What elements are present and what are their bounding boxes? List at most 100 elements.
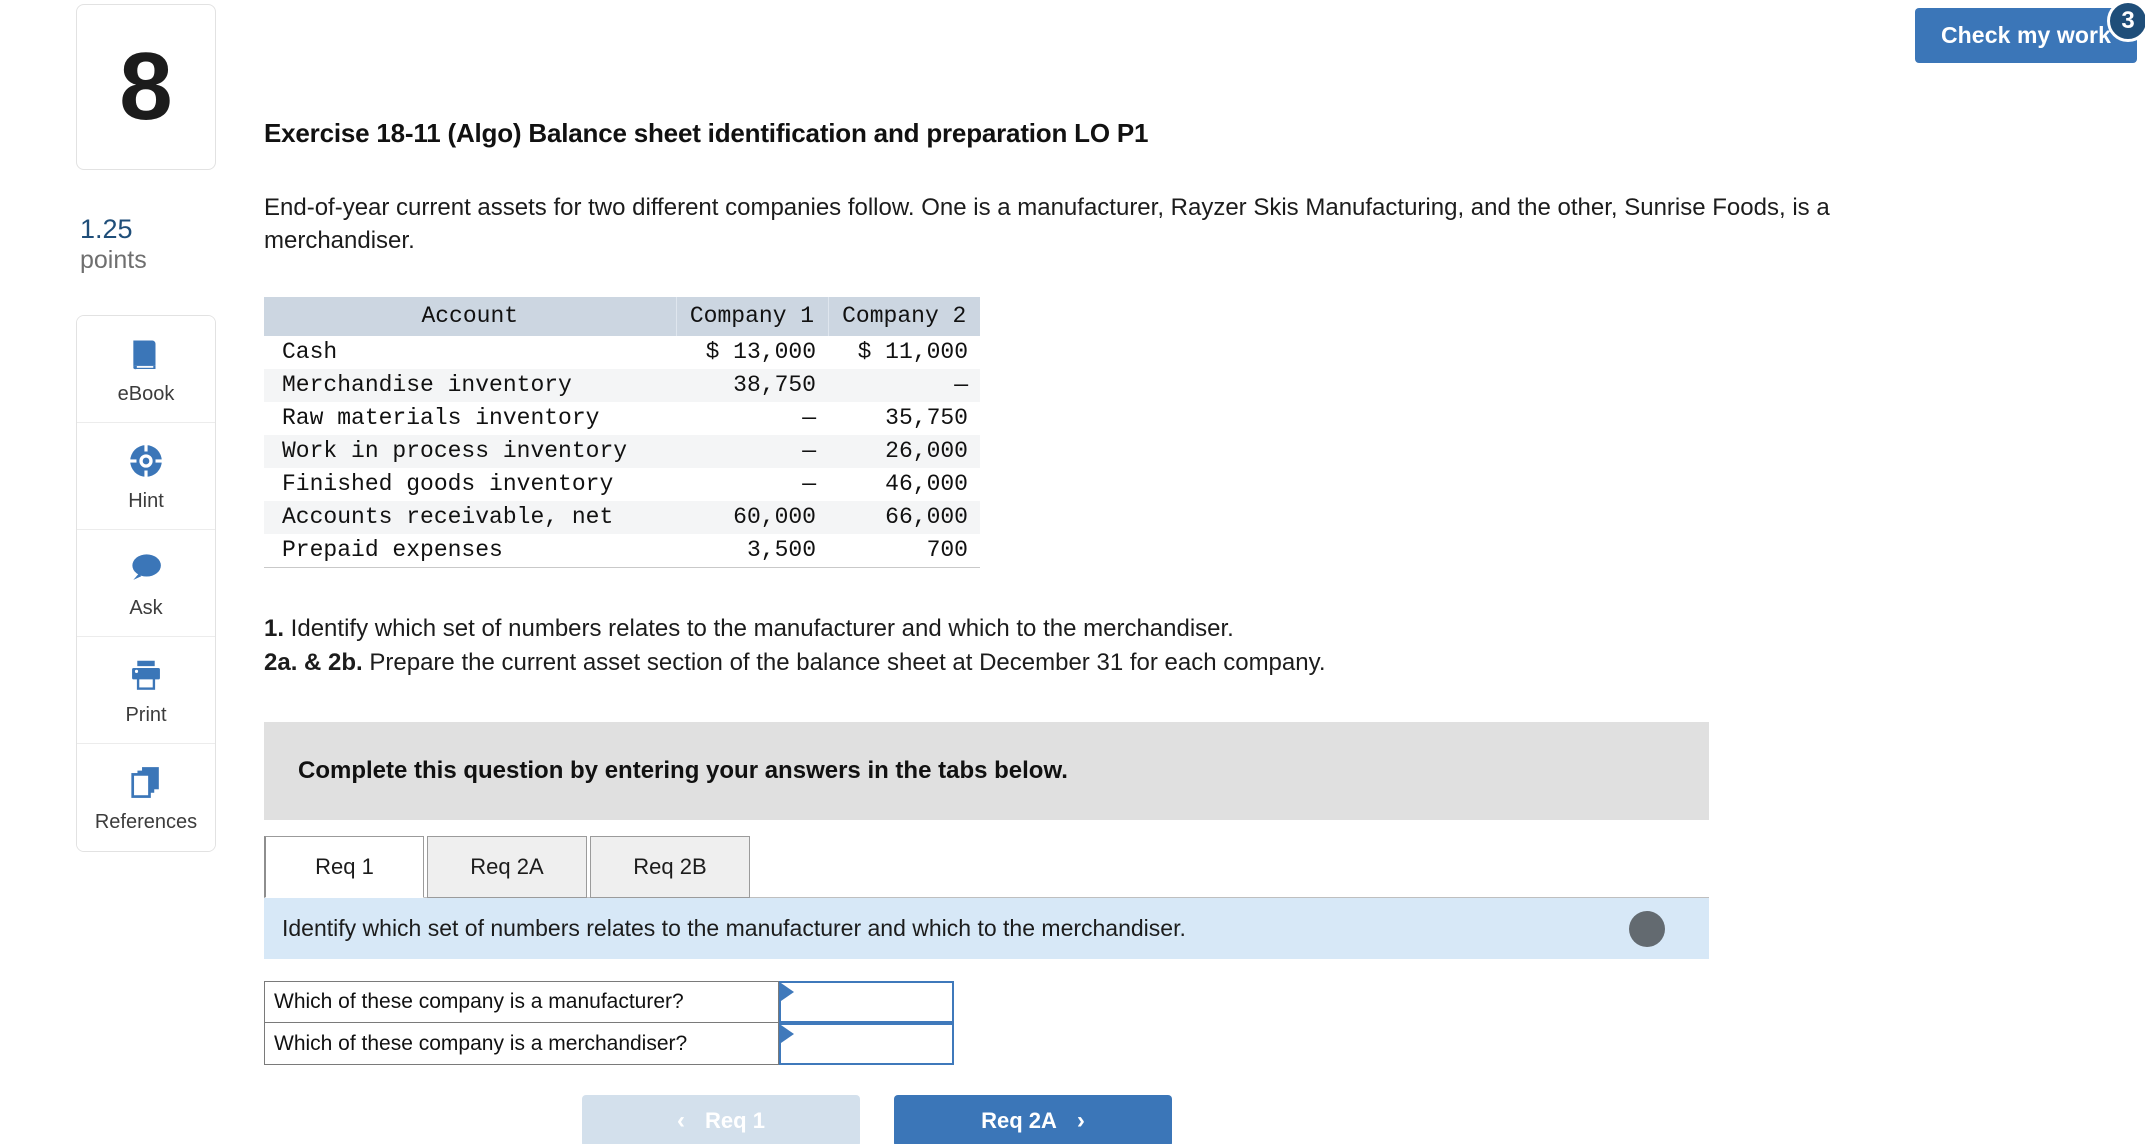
tool-label: Hint <box>128 489 164 512</box>
left-rail: 8 1.25 points eBook Hint Ask Print Refer… <box>76 4 216 853</box>
chevron-left-icon: ‹ <box>677 1107 686 1135</box>
cell-company-1: 3,500 <box>676 534 828 569</box>
table-row: Prepaid expenses 3,500 700 <box>264 534 980 569</box>
cell-company-2: 700 <box>828 534 980 569</box>
tab-req-2a[interactable]: Req 2A <box>427 836 587 899</box>
points-label: points <box>80 246 147 275</box>
chevron-right-icon: › <box>1076 1107 1085 1135</box>
answer-prompt: Which of these company is a manufacturer… <box>264 981 779 1024</box>
chat-bubble-icon <box>127 549 165 592</box>
complete-question-text: Complete this question by entering your … <box>298 757 1068 785</box>
cell-company-2: 46,000 <box>885 471 968 498</box>
next-req-label: Req 2A <box>981 1108 1057 1134</box>
requirement-number: 2a. & 2b. <box>264 649 363 677</box>
answer-row-merchandiser: Which of these company is a merchandiser… <box>264 1023 954 1066</box>
answer-prompt: Which of these company is a merchandiser… <box>264 1023 779 1066</box>
table-row: Work in process inventory — 26,000 <box>264 435 980 469</box>
table-row: Raw materials inventory — 35,750 <box>264 402 980 436</box>
table-row: Merchandise inventory 38,750 — <box>264 369 980 403</box>
requirement-1: 1. Identify which set of numbers relates… <box>264 612 1764 646</box>
header-company-2: Company 2 <box>828 297 980 337</box>
tool-references[interactable]: References <box>77 744 215 852</box>
tab-req-1[interactable]: Req 1 <box>264 836 424 899</box>
previous-req-button[interactable]: ‹ Req 1 <box>582 1095 860 1144</box>
tab-req-2b[interactable]: Req 2B <box>590 836 750 899</box>
answer-cell-wrapper <box>779 981 954 1024</box>
cell-account: Cash <box>282 339 338 366</box>
cell-company-1: 60,000 <box>733 504 816 531</box>
points-block: 1.25 points <box>76 214 216 275</box>
requirement-instruction-text: Identify which set of numbers relates to… <box>282 915 1186 942</box>
tool-hint[interactable]: Hint <box>77 423 215 531</box>
previous-req-label: Req 1 <box>705 1108 765 1134</box>
table-header-row: Account Company 1 Company 2 <box>264 297 980 337</box>
table-head: Account Company 1 Company 2 <box>264 297 980 337</box>
tab-label: Req 2A <box>470 854 544 880</box>
next-req-button[interactable]: Req 2A › <box>894 1095 1172 1144</box>
answer-cell-wrapper <box>779 1023 954 1066</box>
status-indicator-circle[interactable] <box>1629 910 1665 947</box>
requirement-2: 2a. & 2b. Prepare the current asset sect… <box>264 646 1764 680</box>
intro-paragraph: End-of-year current assets for two diffe… <box>264 194 1830 255</box>
printer-icon <box>127 656 165 699</box>
lifebuoy-icon <box>127 442 165 485</box>
complete-question-banner: Complete this question by entering your … <box>264 722 1709 821</box>
table-row: Accounts receivable, net 60,000 66,000 <box>264 501 980 535</box>
tool-ask[interactable]: Ask <box>77 530 215 638</box>
exercise-page: Check my work 3 8 1.25 points eBook Hint… <box>0 0 2145 1144</box>
dropdown-triangle-icon <box>781 983 794 1002</box>
table-row: Finished goods inventory — 46,000 <box>264 468 980 502</box>
cell-company-1: — <box>802 438 816 465</box>
requirements-list: 1. Identify which set of numbers relates… <box>264 612 1764 680</box>
cell-account: Prepaid expenses <box>264 534 676 569</box>
merchandiser-dropdown-input[interactable] <box>779 1023 954 1066</box>
tool-label: Ask <box>129 596 163 619</box>
tab-navigation: ‹ Req 1 Req 2A › <box>582 1095 1764 1144</box>
check-my-work-badge: 3 <box>2107 0 2145 42</box>
question-number-box: 8 <box>76 4 216 170</box>
cell-company-1: — <box>802 405 816 432</box>
points-value: 1.25 <box>80 214 133 244</box>
manufacturer-dropdown-input[interactable] <box>779 981 954 1024</box>
tool-label: eBook <box>117 382 175 405</box>
check-my-work-container: Check my work 3 <box>1914 0 2145 63</box>
requirement-tabs: Req 1 Req 2A Req 2B <box>264 836 1764 899</box>
table-body: Cash $ 13,000 $ 11,000 Merchandise inven… <box>264 336 980 569</box>
requirement-number: 1. <box>264 615 285 643</box>
tool-print[interactable]: Print <box>77 637 215 745</box>
answer-table-body: Which of these company is a manufacturer… <box>264 981 954 1066</box>
question-number: 8 <box>119 33 173 140</box>
cell-company-1: 38,750 <box>733 372 816 399</box>
requirement-text: Identify which set of numbers relates to… <box>284 615 1234 643</box>
tool-label: Print <box>125 703 167 726</box>
cell-company-1: — <box>802 471 816 498</box>
page-title: Exercise 18-11 (Algo) Balance sheet iden… <box>264 118 1149 148</box>
main-content: Exercise 18-11 (Algo) Balance sheet iden… <box>264 0 1830 1144</box>
book-icon <box>127 335 165 378</box>
tools-panel: eBook Hint Ask Print References <box>76 315 216 853</box>
dropdown-triangle-icon <box>781 1025 794 1044</box>
cell-company-2: $ 11,000 <box>857 339 968 366</box>
cell-account: Finished goods inventory <box>282 471 614 498</box>
answer-input-table: Which of these company is a manufacturer… <box>264 981 954 1066</box>
header-company-1: Company 1 <box>676 297 829 337</box>
table-row: Cash $ 13,000 $ 11,000 <box>264 336 980 370</box>
cell-account: Accounts receivable, net <box>282 504 614 531</box>
cell-company-2: 35,750 <box>885 405 968 432</box>
cell-account: Merchandise inventory <box>282 372 572 399</box>
answer-row-manufacturer: Which of these company is a manufacturer… <box>264 981 954 1024</box>
cell-account: Work in process inventory <box>282 438 628 465</box>
cell-company-2: — <box>954 372 968 399</box>
requirement-instruction-bar: Identify which set of numbers relates to… <box>264 897 1709 960</box>
check-my-work-button[interactable]: Check my work <box>1914 8 2137 63</box>
cell-account: Raw materials inventory <box>282 405 600 432</box>
tab-label: Req 1 <box>315 854 374 880</box>
tool-label: References <box>94 811 198 834</box>
tab-label: Req 2B <box>633 854 707 880</box>
cell-company-2: 66,000 <box>885 504 968 531</box>
header-account: Account <box>264 297 677 337</box>
copies-icon <box>127 763 165 806</box>
cell-company-1: $ 13,000 <box>705 339 816 366</box>
given-data-table: Account Company 1 Company 2 Cash $ 13,00… <box>264 297 980 569</box>
tool-ebook[interactable]: eBook <box>77 316 215 424</box>
